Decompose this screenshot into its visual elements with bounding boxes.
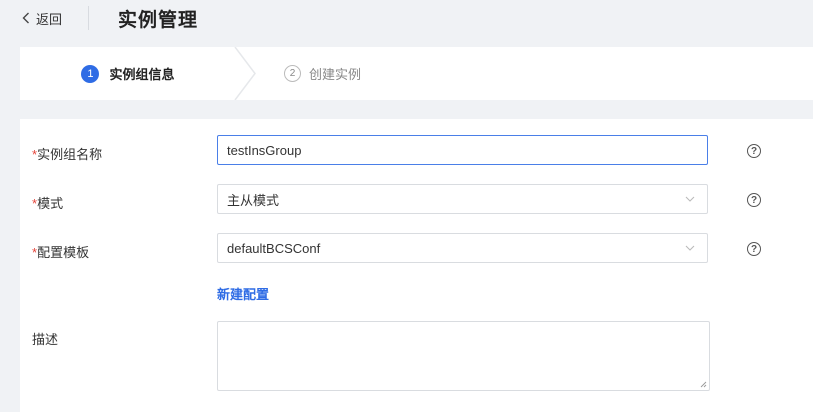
step-separator bbox=[234, 47, 256, 100]
question-circle-icon[interactable]: ? bbox=[747, 193, 761, 207]
chevron-down-icon bbox=[685, 196, 695, 202]
step-group-info[interactable]: 1 实例组信息 bbox=[20, 47, 236, 100]
mode-value: 主从模式 bbox=[227, 192, 280, 208]
steps-bar: 1 实例组信息 2 创建实例 bbox=[20, 47, 813, 100]
question-circle-icon[interactable]: ? bbox=[747, 144, 761, 158]
resize-handle-icon[interactable] bbox=[700, 381, 707, 388]
step-number: 2 bbox=[284, 65, 301, 82]
mode-select[interactable]: 主从模式 bbox=[217, 184, 708, 214]
form-card: *实例组名称 ? *模式 主从模式 ? *配置模板 defaultBCSConf… bbox=[20, 119, 813, 412]
step-create-instance[interactable]: 2 创建实例 bbox=[284, 47, 361, 100]
chevron-down-icon bbox=[685, 245, 695, 251]
step-number-active: 1 bbox=[81, 64, 100, 83]
back-label: 返回 bbox=[36, 11, 63, 27]
config-template-label: *配置模板 bbox=[32, 245, 90, 260]
group-name-input[interactable] bbox=[227, 142, 707, 158]
group-name-label: *实例组名称 bbox=[32, 147, 103, 162]
group-name-field[interactable] bbox=[217, 135, 708, 165]
chevron-left-icon bbox=[22, 12, 29, 24]
question-circle-icon[interactable]: ? bbox=[747, 242, 761, 256]
page-title: 实例管理 bbox=[118, 10, 199, 31]
top-bar: 返回 实例管理 bbox=[0, 0, 813, 36]
header-divider bbox=[88, 6, 89, 30]
step-label-active: 实例组信息 bbox=[109, 67, 175, 82]
new-config-link[interactable]: 新建配置 bbox=[217, 284, 269, 303]
back-button[interactable]: 返回 bbox=[22, 9, 62, 27]
config-template-value: defaultBCSConf bbox=[227, 240, 321, 256]
step-label: 创建实例 bbox=[309, 67, 362, 82]
config-template-select[interactable]: defaultBCSConf bbox=[217, 233, 708, 263]
description-label: 描述 bbox=[32, 332, 59, 347]
description-textarea[interactable] bbox=[217, 321, 710, 391]
mode-label: *模式 bbox=[32, 196, 64, 211]
